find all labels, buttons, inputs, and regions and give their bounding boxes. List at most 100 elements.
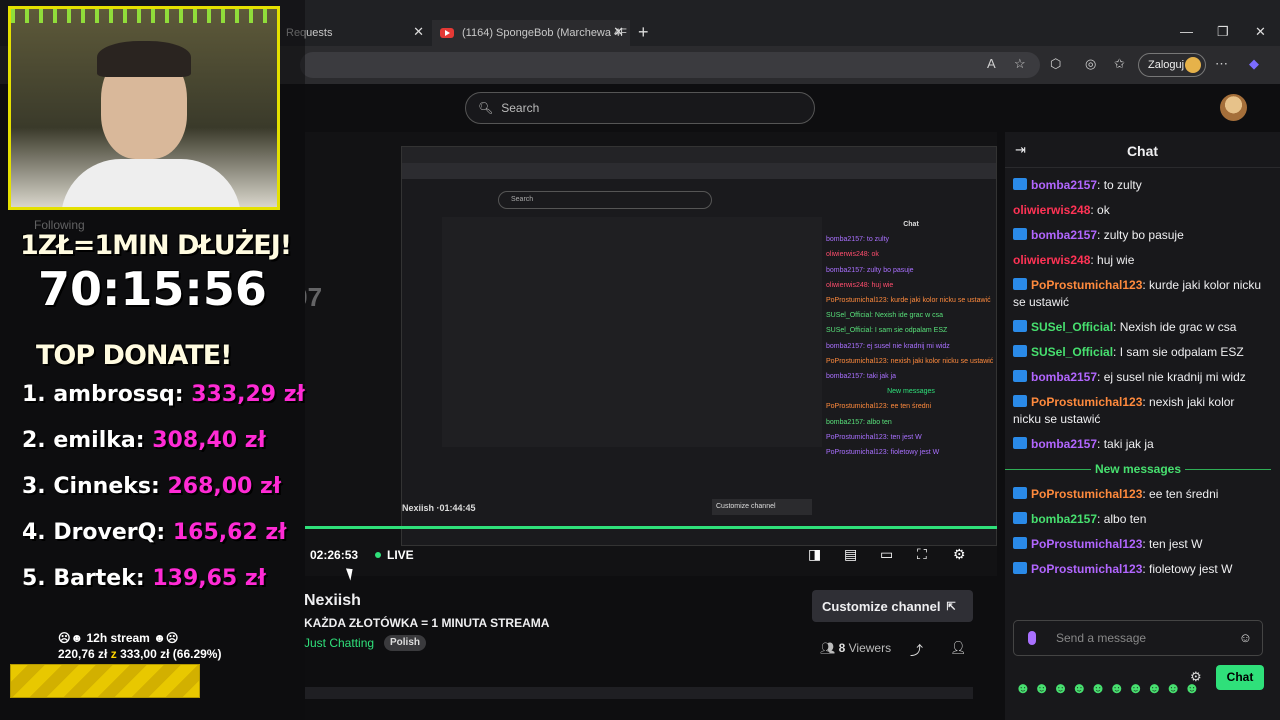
chat-message: SUSel_Official: I sam sie odpalam ESZ	[1013, 344, 1263, 361]
chat-username[interactable]: PoProstumichal123	[1031, 562, 1142, 576]
chat-username[interactable]: SUSel_Official	[1031, 320, 1113, 334]
prime-badge-icon[interactable]	[1013, 228, 1027, 240]
favorite-star-icon[interactable]: ☆	[1014, 56, 1026, 72]
minimize-icon[interactable]: —	[1180, 24, 1193, 39]
inner-address-bar	[402, 163, 996, 179]
customize-label: Customize channel	[822, 598, 941, 614]
chat-username[interactable]: bomba2157	[1031, 437, 1097, 451]
copilot-icon[interactable]: ◆	[1249, 56, 1259, 72]
chat-messages: bomba2157: to zulty oliwierwis248: ok bomb…	[1005, 177, 1271, 586]
subathon-timer: 70:15:56	[38, 262, 267, 316]
webcam-feed	[8, 6, 280, 210]
chat-message-input[interactable]: Send a message ☺	[1013, 620, 1263, 656]
chat-username[interactable]: SUSel_Official	[1031, 345, 1113, 359]
emote-picker-icon[interactable]: ☺	[1239, 621, 1252, 655]
favorites-icon[interactable]: ✩	[1114, 56, 1125, 72]
inner-tab-bar	[402, 147, 996, 163]
chat-message: SUSel_Official: Nexish ide grac w csa	[1013, 319, 1263, 336]
chat-title: Chat	[1126, 143, 1159, 159]
theatre-mode-icon[interactable]: ▭	[880, 546, 893, 563]
donation-row: 3. Cinneks: 268,00 zł	[22, 474, 281, 499]
prime-badge-icon[interactable]	[1013, 178, 1027, 190]
share-icon[interactable]: ⤴	[910, 640, 923, 659]
chat-username[interactable]: oliwierwis248	[1013, 203, 1090, 217]
prime-badge-icon[interactable]	[1013, 395, 1027, 407]
inner-chat-line: SUSel_Official: Nexish ide grac w csa	[826, 312, 943, 320]
chat-username[interactable]: PoProstumichal123	[1031, 278, 1142, 292]
viewers-label: Viewers	[848, 641, 892, 655]
read-aloud-icon[interactable]: A	[987, 56, 996, 71]
search-icon: 🔍︎	[478, 101, 494, 115]
youtube-icon	[440, 28, 454, 38]
inner-chat-line: bomba2157: ej susel nie kradnij mi widz	[826, 342, 950, 350]
login-button[interactable]: Zaloguj	[1138, 53, 1206, 77]
chat-text: : taki jak ja	[1097, 437, 1154, 451]
prime-badge-icon[interactable]	[1013, 345, 1027, 357]
language-tag[interactable]: Polish	[384, 635, 427, 651]
chat-send-button[interactable]: Chat	[1216, 665, 1264, 690]
settings-gear-icon[interactable]: ⚙	[953, 546, 966, 563]
add-friend-icon[interactable]: 👤︎	[950, 640, 967, 656]
tab-spongebob[interactable]: (1164) SpongeBob (Marchewa 4F ✕	[432, 20, 630, 46]
top-donate-heading: TOP DONATE!	[36, 340, 232, 371]
prime-badge-icon[interactable]	[1013, 320, 1027, 332]
chat-message: PoProstumichal123: nexish jaki kolor nic…	[1013, 394, 1263, 428]
chat-message: bomba2157: zulty bo pasuje	[1013, 227, 1263, 244]
close-window-icon[interactable]: ✕	[1255, 24, 1266, 40]
chat-message: PoProstumichal123: fioletowy jest W	[1013, 561, 1263, 578]
prime-badge-icon[interactable]	[1013, 562, 1027, 574]
chat-text: : albo ten	[1097, 512, 1147, 526]
prime-badge-icon[interactable]	[1013, 370, 1027, 382]
close-icon[interactable]: ✕	[413, 24, 424, 40]
new-tab-icon[interactable]: +	[638, 22, 649, 43]
live-label: LIVE	[387, 548, 414, 562]
chat-username[interactable]: oliwierwis248	[1013, 253, 1090, 267]
inner-chat-line: PoProstumichal123: kurde jaki kolor nick…	[826, 297, 991, 305]
category-link[interactable]: Just Chatting	[304, 636, 374, 650]
prime-badge-icon[interactable]	[1013, 437, 1027, 449]
microphone-icon[interactable]	[1028, 631, 1036, 645]
mini-player-icon[interactable]: ◨	[808, 546, 821, 563]
external-link-icon: ⇱	[946, 600, 956, 613]
donation-row: 4. DroverQ: 165,62 zł	[22, 520, 287, 545]
prime-badge-icon[interactable]	[1013, 278, 1027, 290]
inner-chat-line: PoProstumichal123: ten jest W	[826, 433, 922, 441]
customize-channel-button[interactable]: Customize channel ⇱	[812, 590, 973, 622]
tracking-icon[interactable]: ◎	[1085, 56, 1096, 72]
emote-bar[interactable]: ☻☻☻☻☻☻☻☻☻☻	[1015, 680, 1203, 697]
inner-customize: Customize channel	[712, 499, 812, 515]
close-icon[interactable]: ✕	[613, 24, 624, 40]
chat-username[interactable]: bomba2157	[1031, 178, 1097, 192]
more-menu-icon[interactable]: ⋯	[1215, 56, 1228, 72]
chat-username[interactable]: bomba2157	[1031, 228, 1097, 242]
chat-settings-icon[interactable]: ⚙	[1190, 669, 1202, 685]
profile-avatar	[1185, 57, 1201, 73]
chat-text: : I sam sie odpalam ESZ	[1113, 345, 1244, 359]
chat-text: : ok	[1090, 203, 1110, 217]
live-indicator-icon	[375, 552, 381, 558]
chat-username[interactable]: PoProstumichal123	[1031, 487, 1142, 501]
prime-badge-icon[interactable]	[1013, 512, 1027, 524]
clip-icon[interactable]: ▤	[844, 546, 857, 563]
chat-username[interactable]: PoProstumichal123	[1031, 537, 1142, 551]
extensions-icon[interactable]: ⬡	[1050, 56, 1061, 72]
user-avatar[interactable]	[1220, 94, 1247, 121]
channel-name[interactable]: Nexiish	[304, 592, 361, 610]
new-messages-divider: New messages	[1005, 461, 1271, 478]
chat-username[interactable]: bomba2157	[1031, 512, 1097, 526]
chat-text: : to zulty	[1097, 178, 1142, 192]
inner-chat: Chat bomba2157: to zulty oliwierwis248: …	[826, 217, 996, 547]
fullscreen-icon[interactable]: ⛶	[917, 546, 927, 563]
prime-badge-icon[interactable]	[1013, 487, 1027, 499]
prime-badge-icon[interactable]	[1013, 537, 1027, 549]
restore-icon[interactable]: ❐	[1217, 24, 1229, 40]
chat-username[interactable]: bomba2157	[1031, 370, 1097, 384]
tab-label: (1164) SpongeBob (Marchewa 4F	[462, 27, 627, 39]
stream-uptime: 02:26:53	[310, 548, 359, 562]
stream-progress-line	[305, 526, 997, 529]
chat-username[interactable]: PoProstumichal123	[1031, 395, 1142, 409]
video-player[interactable]: Search Chat bomba2157: to zulty oliwierw…	[305, 132, 997, 576]
address-bar[interactable]	[300, 52, 1040, 78]
search-input[interactable]: 🔍︎ Search	[465, 92, 815, 124]
ghost-timer: 6:07	[305, 282, 323, 312]
